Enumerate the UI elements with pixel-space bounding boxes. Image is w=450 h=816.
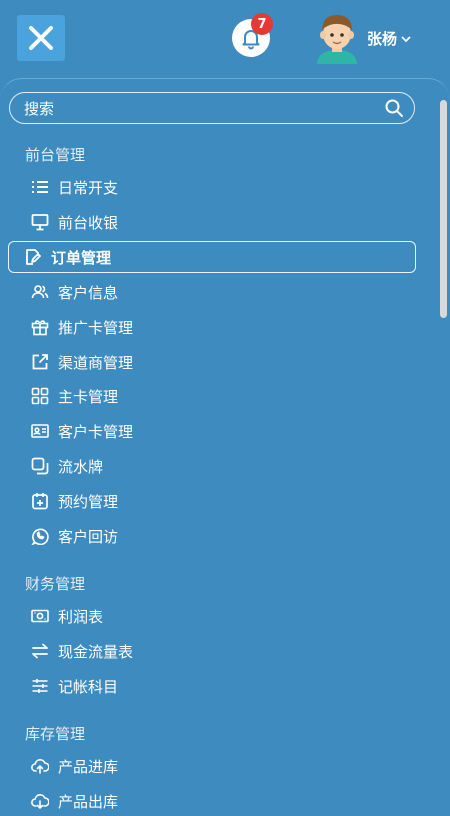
menu-item-profit-statement[interactable]: 利润表 <box>30 601 103 631</box>
menu-item-customer-info[interactable]: 客户信息 <box>30 277 118 307</box>
menu-item-label: 客户回访 <box>58 527 119 546</box>
menu-item-product-stock-out[interactable]: 产品出库 <box>30 786 118 816</box>
grid-icon <box>30 386 50 406</box>
menu-item-channel-management[interactable]: 渠道商管理 <box>30 347 133 377</box>
whatsapp-icon <box>30 526 50 546</box>
external-link-icon <box>30 352 50 372</box>
copy-icon <box>30 456 50 476</box>
menu-item-label: 记帐科目 <box>58 677 119 696</box>
user-menu[interactable]: 张杨 <box>367 28 412 49</box>
menu-item-label: 前台收银 <box>58 213 119 232</box>
menu-item-label: 现金流量表 <box>58 642 134 661</box>
chevron-down-icon <box>401 35 411 42</box>
avatar[interactable] <box>312 10 362 64</box>
menu-item-label: 主卡管理 <box>58 387 119 406</box>
menu-item-customer-followup[interactable]: 客户回访 <box>30 521 118 551</box>
menu-item-label: 渠道商管理 <box>58 353 134 372</box>
menu-item-front-cashier[interactable]: 前台收银 <box>30 207 118 237</box>
username-label: 张杨 <box>367 30 398 48</box>
menu-item-label: 预约管理 <box>58 492 119 511</box>
section-title-inventory: 库存管理 <box>25 725 86 743</box>
menu-item-label: 利润表 <box>58 607 104 626</box>
menu-item-accounting-subjects[interactable]: 记帐科目 <box>30 671 118 701</box>
menu-item-label: 客户卡管理 <box>58 422 134 441</box>
menu-item-label: 订单管理 <box>51 248 112 267</box>
menu-item-appointment[interactable]: 预约管理 <box>30 486 118 516</box>
menu-item-daily-expense[interactable]: 日常开支 <box>30 172 118 202</box>
close-icon <box>29 26 53 50</box>
cloud-download-icon <box>30 791 50 811</box>
menu-item-product-stock-in[interactable]: 产品进库 <box>30 751 118 781</box>
money-icon <box>30 606 50 626</box>
menu-item-label: 产品出库 <box>58 792 119 811</box>
users-icon <box>30 282 50 302</box>
gift-icon <box>30 317 50 337</box>
search-input[interactable]: 搜索 <box>9 92 415 124</box>
sliders-icon <box>30 676 50 696</box>
menu-item-customer-card[interactable]: 客户卡管理 <box>30 416 133 446</box>
menu-item-flow-board[interactable]: 流水牌 <box>30 451 103 481</box>
menu-item-order-management[interactable]: 订单管理 <box>8 241 416 273</box>
notification-badge: 7 <box>251 13 273 35</box>
menu-item-label: 流水牌 <box>58 457 104 476</box>
header: 7 张杨 <box>0 0 450 78</box>
swap-arrows-icon <box>30 641 50 661</box>
menu-item-label: 客户信息 <box>58 283 119 302</box>
menu-item-label: 产品进库 <box>58 757 119 776</box>
id-card-icon <box>30 421 50 441</box>
close-button[interactable] <box>17 15 65 61</box>
menu-item-main-card[interactable]: 主卡管理 <box>30 381 118 411</box>
section-title-front-desk: 前台管理 <box>25 146 86 164</box>
menu-item-cash-flow[interactable]: 现金流量表 <box>30 636 133 666</box>
section-title-finance: 财务管理 <box>25 575 86 593</box>
menu-item-promo-card[interactable]: 推广卡管理 <box>30 312 133 342</box>
search-label: 搜索 <box>24 99 55 118</box>
cloud-upload-icon <box>30 756 50 776</box>
edit-document-icon <box>23 247 43 267</box>
scrollbar[interactable] <box>440 100 447 318</box>
menu-item-label: 日常开支 <box>58 178 119 197</box>
monitor-icon <box>30 212 50 232</box>
search-icon[interactable] <box>384 98 404 118</box>
calendar-add-icon <box>30 491 50 511</box>
menu-item-label: 推广卡管理 <box>58 318 134 337</box>
list-icon <box>30 177 50 197</box>
